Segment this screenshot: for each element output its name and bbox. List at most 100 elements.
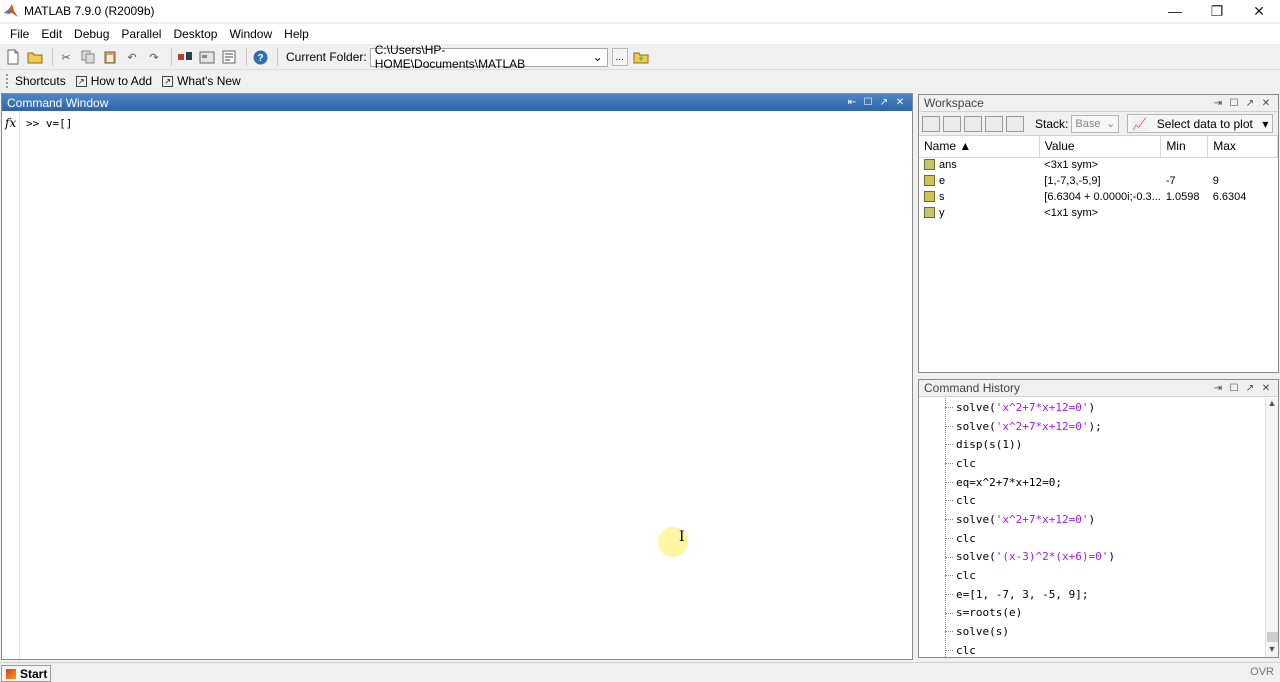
table-row[interactable]: y <1x1 sym> [919,205,1278,221]
stack-value: Base [1075,117,1101,130]
minimize-button[interactable]: — [1154,0,1196,22]
command-prompt-line[interactable]: >> v=[] [26,117,72,130]
chevron-down-icon: ⌄ [1106,118,1116,130]
shortcuts-label: Shortcuts [15,74,66,88]
simulink-icon[interactable] [176,48,194,66]
scroll-down-icon[interactable]: ▼ [1266,644,1278,657]
maximize-icon[interactable]: ☐ [1226,97,1242,110]
panel-controls: ⇥ ☐ ↗ ✕ [1210,382,1274,395]
menu-window[interactable]: Window [229,27,272,41]
list-item[interactable]: s=roots(e) [919,604,1266,623]
open-variable-icon[interactable] [943,115,961,132]
copy-icon[interactable] [79,48,97,66]
list-item[interactable]: disp(s(1)) [919,435,1266,454]
list-item[interactable]: eq=x^2+7*x+12=0; [919,473,1266,492]
shortcuts-button[interactable]: Shortcuts [15,74,66,88]
browse-folder-button[interactable]: ... [611,48,628,66]
var-name-cell: ans [919,157,1039,173]
column-header-name[interactable]: Name ▲ [919,136,1040,158]
pin-icon[interactable]: ⇥ [1210,97,1226,110]
menu-desktop[interactable]: Desktop [173,27,217,41]
command-window-body[interactable]: fx >> v=[] I [2,112,912,659]
open-folder-icon[interactable] [26,48,44,66]
list-item[interactable]: e=[1, -7, 3, -5, 9]; [919,585,1266,604]
toolbar-grip[interactable] [6,74,9,88]
redo-icon[interactable]: ↷ [145,48,163,66]
menu-file[interactable]: File [10,27,29,41]
close-icon[interactable]: ✕ [892,96,908,109]
undock-icon[interactable]: ↗ [1242,382,1258,395]
var-min [1161,157,1208,173]
list-item[interactable]: solve(s) [919,622,1266,641]
var-name-cell: e [919,173,1039,189]
paste-icon[interactable] [101,48,119,66]
restore-button[interactable]: ❐ [1196,0,1238,22]
column-header-max[interactable]: Max [1207,136,1278,158]
menu-debug[interactable]: Debug [74,27,109,41]
whats-new-label: What's New [177,74,241,88]
table-row[interactable]: ans <3x1 sym> [919,157,1278,173]
chevron-down-icon[interactable]: ⌄ [593,50,603,64]
current-folder-input[interactable]: C:\Users\HP-HOME\Documents\MATLAB ⌄ [369,43,608,71]
scroll-up-icon[interactable]: ▲ [1266,398,1278,411]
current-folder-value: C:\Users\HP-HOME\Documents\MATLAB [374,43,526,71]
help-icon[interactable]: ? [251,48,269,66]
list-item[interactable]: solve('x^2+7*x+12=0') [919,398,1266,417]
start-button[interactable]: Start [1,665,51,682]
history-scrollbar[interactable]: ▲ ▼ [1265,398,1278,657]
select-data-to-plot-button[interactable]: 📈 Select data to plot ▾ [1127,114,1274,133]
maximize-icon[interactable]: ☐ [1226,382,1242,395]
var-max: 6.6304 [1212,191,1247,203]
menu-edit[interactable]: Edit [41,27,62,41]
list-item[interactable]: solve('(x-3)^2*(x+6)=0') [919,548,1266,567]
list-item[interactable]: solve('x^2+7*x+12=0') [919,510,1266,529]
import-data-icon[interactable] [964,115,982,132]
column-header-min[interactable]: Min [1160,136,1209,158]
whats-new-button[interactable]: ↗ What's New [162,74,241,88]
menu-help[interactable]: Help [284,27,309,41]
history-text: clc [956,531,976,545]
stack-select[interactable]: Base ⌄ [1071,114,1120,133]
toolbar-separator [246,48,247,66]
list-item[interactable]: clc [919,566,1266,585]
how-to-add-button[interactable]: ↗ How to Add [75,74,152,88]
maximize-icon[interactable]: ☐ [860,96,876,109]
list-item[interactable]: clc [919,529,1266,548]
new-variable-icon[interactable] [922,115,940,132]
matrix-icon [924,191,935,202]
table-row[interactable]: e [1,-7,3,-5,9] -7 9 [919,173,1278,189]
var-max: 9 [1212,175,1219,187]
var-min: -7 [1165,175,1176,187]
pin-icon[interactable]: ⇤ [844,96,860,109]
undock-icon[interactable]: ↗ [1242,97,1258,110]
undo-icon[interactable]: ↶ [123,48,141,66]
folder-up-icon[interactable] [632,48,650,66]
cut-icon[interactable]: ✂ [57,48,75,66]
new-file-icon[interactable] [4,48,22,66]
sym-icon [924,207,935,218]
var-max [1208,205,1278,221]
list-item[interactable]: solve('x^2+7*x+12=0'); [919,417,1266,436]
list-item[interactable]: clc [919,454,1266,473]
close-icon[interactable]: ✕ [1258,382,1274,395]
workspace-rows: ans <3x1 sym> e [1,-7,3,-5,9] -7 9 s [6.… [919,157,1278,221]
table-row[interactable]: s [6.6304 + 0.0000i;-0.3... 1.0598 6.630… [919,189,1278,205]
fx-icon[interactable]: fx [5,116,16,130]
undock-icon[interactable]: ↗ [876,96,892,109]
column-header-value[interactable]: Value [1039,136,1162,158]
menu-parallel[interactable]: Parallel [121,27,161,41]
history-text: clc [956,494,976,508]
list-item[interactable]: clc [919,641,1266,657]
guide-icon[interactable] [198,48,216,66]
delete-variable-icon[interactable] [1006,115,1024,132]
workspace-title: Workspace ⇥ ☐ ↗ ✕ [919,95,1278,112]
scrollbar-thumb[interactable] [1267,632,1278,642]
list-item[interactable]: clc [919,491,1266,510]
save-workspace-icon[interactable] [985,115,1003,132]
close-window-button[interactable]: ✕ [1238,0,1280,22]
close-icon[interactable]: ✕ [1258,97,1274,110]
pin-icon[interactable]: ⇥ [1210,382,1226,395]
profiler-icon[interactable] [220,48,238,66]
shortcut-icon: ↗ [75,75,87,87]
var-value: <3x1 sym> [1044,159,1099,172]
